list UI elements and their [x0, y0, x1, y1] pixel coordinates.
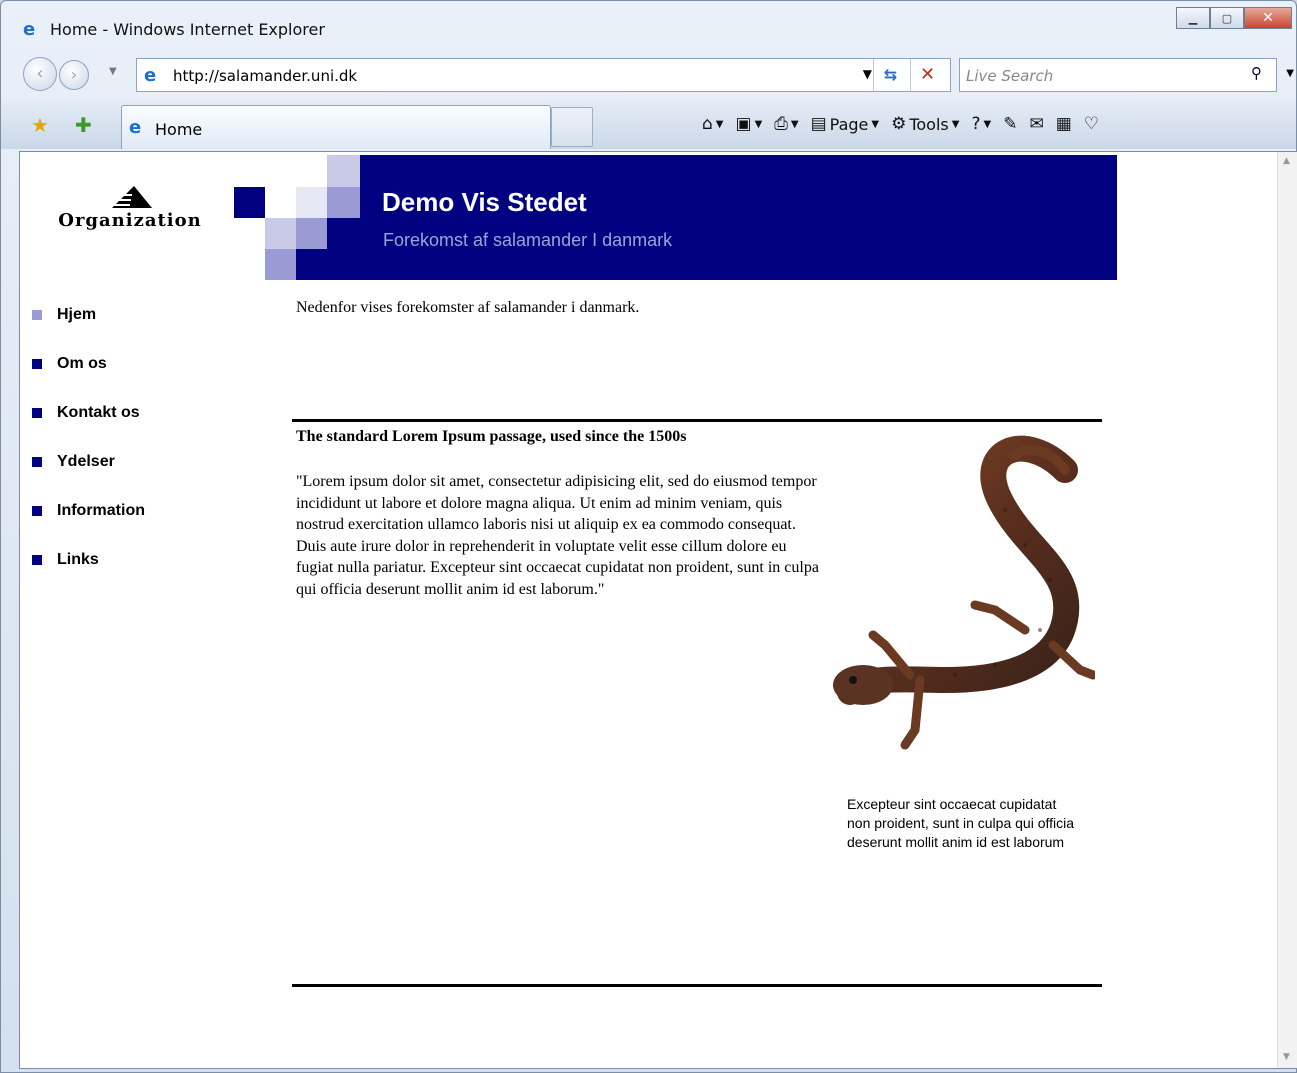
- stop-button[interactable]: ✕: [910, 59, 944, 91]
- nav-item-kontakt-os[interactable]: Kontakt os: [32, 388, 145, 437]
- nav-bullet-icon: [32, 456, 42, 467]
- refresh-button[interactable]: ⇆: [873, 59, 907, 91]
- minimize-button[interactable]: ▁: [1176, 7, 1210, 29]
- address-bar[interactable]: e http://salamander.uni.dk ▼ ⇆ ✕: [136, 58, 951, 92]
- search-box[interactable]: ⚲: [959, 58, 1277, 92]
- addon-icon: ▦: [1055, 114, 1072, 134]
- command-bar: ⌂ ▼ ▣ ▼ ⎙ ▼ ▤ Page ▼ ⚙ Tools ▼ ? ▼ ✎ ✉ ▦ ♡: [696, 109, 1105, 139]
- feeds-button[interactable]: ▣ ▼: [730, 109, 769, 139]
- extra-button[interactable]: ♡: [1078, 109, 1105, 139]
- ie-logo-icon: e: [23, 19, 36, 40]
- page-icon: ▤: [810, 114, 827, 134]
- tab-home[interactable]: e Home: [121, 105, 551, 149]
- tab-bar: ★ ✚ e Home ⌂ ▼ ▣ ▼ ⎙ ▼ ▤ Page ▼ ⚙ Tools ▼ ? ▼ ✎ …: [1, 101, 1296, 149]
- tools-menu[interactable]: ⚙ Tools ▼: [885, 109, 965, 139]
- organization-logo[interactable]: Organization: [50, 184, 210, 244]
- header-decor-square: [327, 155, 360, 187]
- scroll-down-arrow-icon[interactable]: ▼: [1283, 1052, 1290, 1062]
- article-title: The standard Lorem Ipsum passage, used s…: [296, 428, 687, 445]
- address-url[interactable]: http://salamander.uni.dk: [173, 67, 357, 85]
- nav-item-hjem[interactable]: Hjem: [32, 290, 145, 339]
- vertical-scrollbar[interactable]: ▲ ▼: [1277, 152, 1297, 1068]
- home-icon: ⌂: [702, 114, 713, 134]
- messenger-button[interactable]: ✉: [1023, 109, 1049, 139]
- messenger-icon: ✉: [1029, 114, 1044, 134]
- search-icon[interactable]: ⚲: [1251, 64, 1262, 82]
- content-divider: [292, 419, 1102, 422]
- nav-item-om-os[interactable]: Om os: [32, 339, 145, 388]
- tab-favicon-icon: e: [129, 117, 142, 138]
- site-navigation: Hjem Om os Kontakt os Ydelser Informatio…: [32, 290, 145, 584]
- nav-label: Kontakt os: [57, 403, 140, 421]
- back-button[interactable]: ‹: [23, 57, 57, 91]
- nav-item-ydelser[interactable]: Ydelser: [32, 437, 145, 486]
- search-input[interactable]: [966, 65, 1236, 87]
- research-button[interactable]: ✎: [997, 109, 1023, 139]
- forward-button[interactable]: ›: [59, 60, 89, 90]
- home-button[interactable]: ⌂ ▼: [696, 109, 730, 139]
- address-dropdown-icon[interactable]: ▼: [863, 67, 872, 81]
- nav-item-information[interactable]: Information: [32, 486, 145, 535]
- print-icon: ⎙: [774, 114, 788, 134]
- print-button[interactable]: ⎙ ▼: [768, 109, 804, 139]
- maximize-button[interactable]: ▢: [1210, 7, 1244, 29]
- window-title: Home - Windows Internet Explorer: [50, 20, 325, 39]
- header-decor-square: [327, 218, 360, 280]
- nav-item-links[interactable]: Links: [32, 535, 145, 584]
- page-menu[interactable]: ▤ Page ▼: [805, 109, 886, 139]
- salamander-image: [833, 435, 1095, 750]
- content-divider: [292, 984, 1102, 987]
- article-body: "Lorem ipsum dolor sit amet, consectetur…: [296, 473, 819, 598]
- site-title: Demo Vis Stedet: [382, 187, 587, 217]
- page-favicon-icon: e: [144, 65, 157, 86]
- intro-text: Nedenfor vises forekomster af salamander…: [296, 299, 640, 316]
- site-subtitle: Forekomst af salamander I danmark: [383, 230, 673, 250]
- new-tab-button[interactable]: [551, 107, 593, 147]
- add-favorites-icon[interactable]: ✚: [75, 113, 92, 137]
- logo-text: Organization: [58, 210, 202, 231]
- browser-window: e Home - Windows Internet Explorer ▁ ▢ ✕…: [0, 0, 1297, 1073]
- header-decor-square: [296, 218, 327, 249]
- favorites-star-icon[interactable]: ★: [31, 113, 49, 137]
- logo-mark-icon: [112, 186, 152, 208]
- nav-label: Ydelser: [57, 452, 115, 470]
- recent-pages-dropdown-icon[interactable]: ▼: [109, 66, 117, 77]
- close-button[interactable]: ✕: [1244, 7, 1292, 29]
- header-decor-square: [265, 218, 296, 249]
- help-button[interactable]: ? ▼: [965, 109, 997, 139]
- gear-icon: ⚙: [891, 114, 907, 134]
- nav-label: Hjem: [57, 305, 97, 323]
- header-decor-square: [296, 249, 327, 280]
- nav-label: Information: [57, 501, 145, 519]
- heart-icon: ♡: [1083, 114, 1099, 134]
- feeds-icon: ▣: [735, 114, 752, 134]
- nav-label: Om os: [57, 354, 107, 372]
- tab-label: Home: [155, 120, 203, 139]
- nav-label: Links: [57, 550, 99, 568]
- header-decor-square: [234, 187, 265, 218]
- nav-bullet-icon: [32, 407, 42, 418]
- scroll-up-arrow-icon[interactable]: ▲: [1283, 156, 1290, 166]
- navigation-bar: ‹ › ▼ e http://salamander.uni.dk ▼ ⇆ ✕ ⚲…: [1, 56, 1296, 96]
- tools-menu-label: Tools: [909, 114, 949, 134]
- page-menu-label: Page: [829, 114, 869, 134]
- help-icon: ?: [971, 114, 981, 134]
- research-icon: ✎: [1003, 114, 1018, 134]
- nav-bullet-icon: [32, 309, 42, 320]
- nav-bullet-icon: [32, 554, 42, 565]
- header-decor-square: [296, 187, 327, 218]
- image-caption: Excepteur sint occaecat cupidatat non pr…: [847, 796, 1075, 850]
- header-decor-square: [265, 249, 296, 280]
- header-decor-square: [327, 187, 360, 218]
- search-options-dropdown-icon[interactable]: ▼: [1286, 68, 1294, 79]
- addon-button[interactable]: ▦: [1050, 109, 1078, 139]
- title-bar: e Home - Windows Internet Explorer ▁ ▢ ✕: [1, 1, 1296, 55]
- nav-bullet-icon: [32, 358, 42, 369]
- window-controls: ▁ ▢ ✕: [1176, 7, 1292, 29]
- page-viewport: Organization Demo Vis Stedet Forekomst a…: [19, 151, 1297, 1069]
- nav-bullet-icon: [32, 505, 42, 516]
